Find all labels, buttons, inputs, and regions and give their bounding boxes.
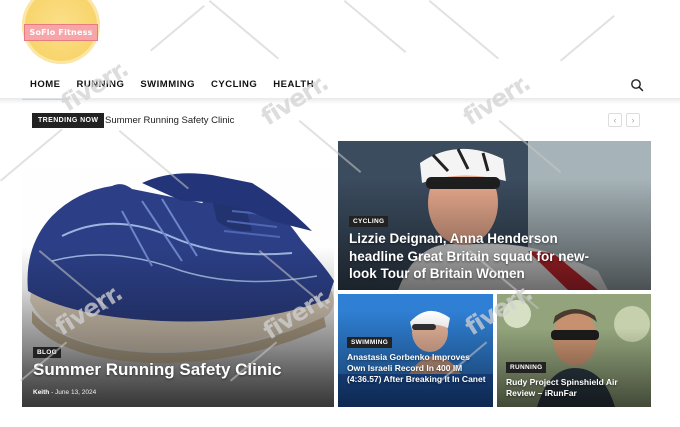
article-title[interactable]: Lizzie Deignan, Anna Henderson headline …	[349, 230, 599, 283]
article-author[interactable]: Keith	[33, 389, 49, 396]
trending-prev-button[interactable]: ‹	[608, 113, 622, 127]
watermark-line	[429, 0, 499, 59]
watermark-line	[344, 0, 407, 53]
header-divider	[0, 98, 680, 104]
watermark-line	[150, 5, 205, 52]
logo-text: SoFlo Fitness	[24, 23, 98, 41]
trending-now-label: TRENDING NOW	[32, 113, 105, 128]
watermark-line	[209, 0, 279, 59]
nav-item-cycling[interactable]: CYCLING	[203, 76, 265, 98]
trending-next-button[interactable]: ›	[626, 113, 640, 127]
category-badge[interactable]: SWIMMING	[347, 337, 393, 348]
search-icon[interactable]	[630, 78, 644, 92]
featured-article-top-right[interactable]: CYCLING Lizzie Deignan, Anna Henderson h…	[338, 141, 651, 290]
trending-article-link[interactable]: Summer Running Safety Clinic	[105, 115, 234, 126]
article-title[interactable]: Summer Running Safety Clinic	[33, 360, 323, 380]
category-badge[interactable]: RUNNING	[506, 362, 547, 373]
chevron-left-icon: ‹	[613, 115, 617, 125]
article-date: June 13, 2024	[55, 389, 97, 396]
featured-article-bottom-left[interactable]: SWIMMING Anastasia Gorbenko Improves Own…	[338, 294, 493, 407]
chevron-right-icon: ›	[631, 115, 635, 125]
article-meta: Keith - June 13, 2024	[33, 389, 96, 396]
site-logo[interactable]: SoFlo Fitness	[22, 0, 104, 64]
main-nav: HOME RUNNING SWIMMING CYCLING HEALTH	[22, 76, 322, 100]
category-badge[interactable]: CYCLING	[349, 216, 389, 227]
logo-badge: SoFlo Fitness	[22, 0, 100, 64]
watermark-line	[560, 15, 615, 62]
article-title[interactable]: Anastasia Gorbenko Improves Own Israeli …	[347, 352, 487, 385]
image-overlay	[22, 247, 334, 407]
article-title[interactable]: Rudy Project Spinshield Air Review – iRu…	[506, 377, 631, 399]
nav-item-health[interactable]: HEALTH	[265, 76, 322, 98]
featured-article-bottom-right[interactable]: RUNNING Rudy Project Spinshield Air Revi…	[497, 294, 651, 407]
nav-item-running[interactable]: RUNNING	[69, 76, 133, 98]
featured-article-main[interactable]: BLOG Summer Running Safety Clinic Keith …	[22, 141, 334, 407]
nav-item-swimming[interactable]: SWIMMING	[132, 76, 203, 98]
nav-item-home[interactable]: HOME	[22, 76, 69, 100]
category-badge[interactable]: BLOG	[33, 347, 61, 358]
